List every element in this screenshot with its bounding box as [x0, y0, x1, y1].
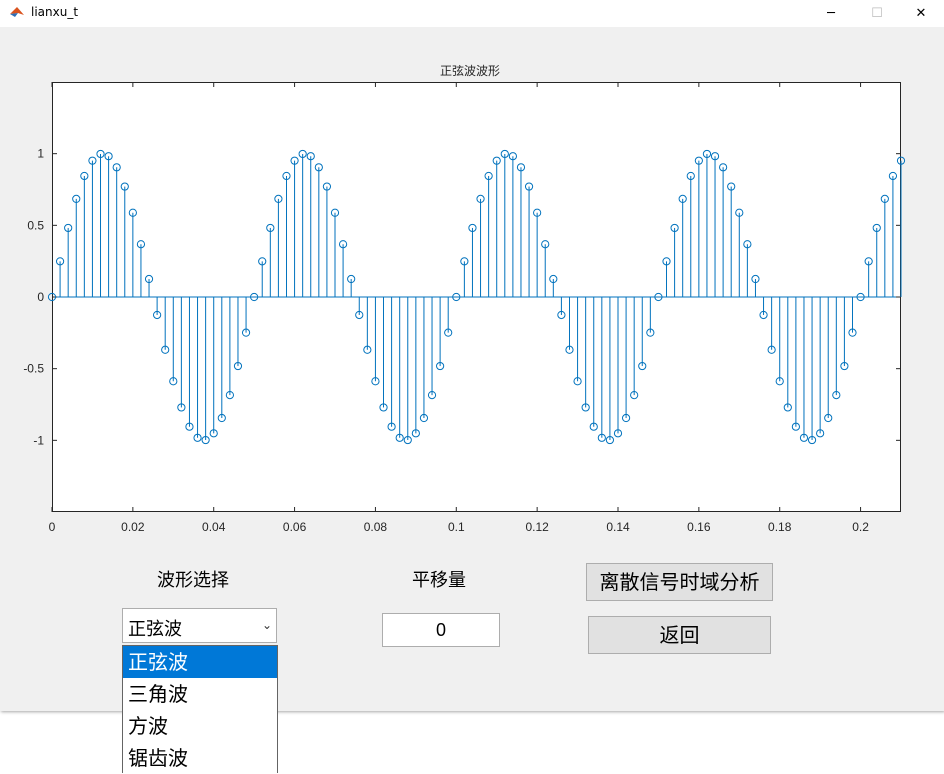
y-tick-label: 1 — [37, 147, 44, 161]
y-tick-label: 0 — [37, 290, 44, 304]
waveform-selected-value: 正弦波 — [128, 619, 182, 640]
x-tick-label: 0.12 — [525, 520, 549, 534]
waveform-label: 波形选择 — [157, 570, 229, 591]
x-tick-label: 0.08 — [364, 520, 388, 534]
shift-input[interactable]: 0 — [382, 613, 500, 647]
app-window: lianxu_t ─ ☐ ✕ 正弦波波形 0 0.02 0.04 0.06 0.08 0.… — [0, 0, 944, 711]
waveform-dropdown-list: 正弦波 三角波 方波 锯齿波 — [122, 645, 278, 773]
y-tick-label: -1 — [33, 433, 44, 447]
x-tick-label: 0.16 — [687, 520, 711, 534]
chevron-down-icon[interactable]: ⌄ — [258, 609, 276, 642]
x-tick-label: 0.02 — [121, 520, 145, 534]
stem-chart: 0 0.02 0.04 0.06 0.08 0.1 0.12 0.14 0.16 0.18 0.2 1… — [23, 82, 906, 534]
x-tick-label: 0.06 — [283, 520, 307, 534]
x-tick-label: 0.14 — [606, 520, 630, 534]
x-tick-label: 0 — [49, 520, 56, 534]
dropdown-option-sine[interactable]: 正弦波 — [123, 646, 277, 678]
dropdown-option-sawtooth[interactable]: 锯齿波 — [123, 742, 277, 774]
waveform-select[interactable]: 正弦波 ⌄ — [122, 608, 277, 643]
x-tick-label: 0.2 — [852, 520, 869, 534]
shift-label: 平移量 — [412, 570, 466, 591]
x-tick-label: 0.18 — [768, 520, 792, 534]
dropdown-option-square[interactable]: 方波 — [123, 710, 277, 742]
y-tick-label: 0.5 — [27, 218, 44, 232]
x-tick-label: 0.04 — [202, 520, 226, 534]
x-tick-label: 0.1 — [448, 520, 465, 534]
back-button[interactable]: 返回 — [588, 616, 771, 654]
dropdown-option-triangle[interactable]: 三角波 — [123, 678, 277, 710]
y-tick-label: -0.5 — [23, 362, 44, 376]
discrete-analysis-button[interactable]: 离散信号时域分析 — [586, 563, 773, 601]
